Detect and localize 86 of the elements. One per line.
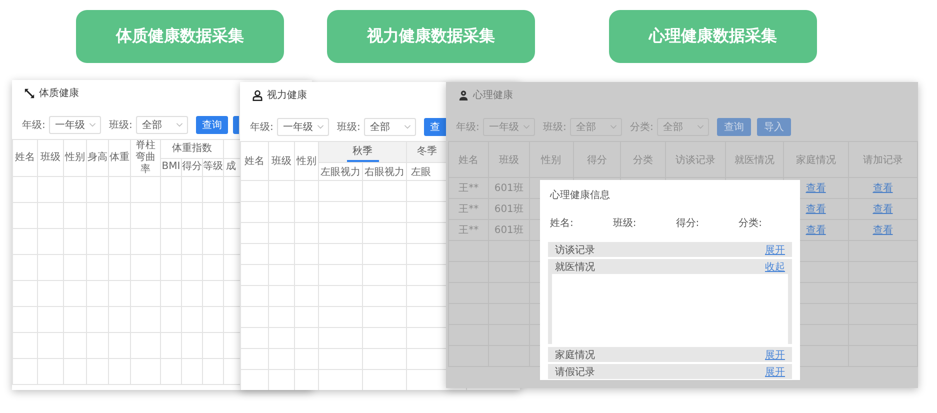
window-title: 视力健康 xyxy=(267,88,307,102)
column-header: 得分 xyxy=(182,161,202,172)
column-header: 姓名 xyxy=(244,156,264,167)
filter-label: 班级: xyxy=(337,120,361,134)
table-cell: 601班 xyxy=(494,204,524,215)
section-title: 就医情况 xyxy=(555,260,595,274)
feature-button[interactable]: 心理健康数据采集 xyxy=(609,10,817,63)
table-cell: 王** xyxy=(458,204,479,215)
caret-icon xyxy=(523,125,530,129)
view-link[interactable]: 查看 xyxy=(872,225,893,236)
table-cell: 王** xyxy=(458,183,479,194)
toolbar-button[interactable]: 导入 xyxy=(757,118,791,136)
column-header: 等级 xyxy=(203,161,223,172)
column-header: 班级 xyxy=(40,152,60,163)
toolbar-button[interactable]: 查询 xyxy=(717,118,751,136)
column-header: 体重指数 xyxy=(172,142,212,154)
view-link[interactable]: 查看 xyxy=(806,225,826,236)
column-header: 性别 xyxy=(65,152,85,163)
toggle-link[interactable]: 收起 xyxy=(765,260,785,274)
select-field[interactable]: 全部 xyxy=(364,118,416,136)
view-link[interactable]: 查看 xyxy=(872,183,893,194)
column-header: BMI xyxy=(162,161,180,172)
section-title: 家庭情况 xyxy=(555,348,595,362)
column-header: 班级 xyxy=(498,154,519,166)
filter-label: 年级: xyxy=(250,121,274,134)
view-link[interactable]: 查看 xyxy=(806,204,826,215)
column-header: 左眼视力 xyxy=(320,166,360,178)
column-header: 就医情况 xyxy=(734,154,774,166)
toggle-link[interactable]: 展开 xyxy=(765,348,785,362)
field-label: 班级: xyxy=(612,216,636,230)
filter-label: 分类: xyxy=(630,120,654,134)
caret-icon xyxy=(404,125,411,129)
column-header: 姓名 xyxy=(15,152,35,163)
column-header: 姓名 xyxy=(458,154,479,166)
button[interactable] xyxy=(233,116,239,134)
view-link[interactable]: 查看 xyxy=(872,204,893,215)
column-header: 脊柱弯曲率 xyxy=(136,140,156,175)
select-field[interactable]: 全部 xyxy=(136,116,188,134)
window-title: 心理健康 xyxy=(473,88,513,102)
view-link[interactable]: 查看 xyxy=(806,183,826,194)
section-title: 请假记录 xyxy=(555,366,595,378)
feature-button[interactable]: 视力健康数据采集 xyxy=(327,10,535,63)
table-cell: 601班 xyxy=(494,183,524,194)
column-header: 右眼视力 xyxy=(364,166,404,178)
section-title: 访谈记录 xyxy=(555,244,595,256)
feature-button[interactable]: 体质健康数据采集 xyxy=(76,10,284,63)
window-title: 体质健康 xyxy=(39,86,79,100)
select-field[interactable]: 一年级 xyxy=(49,116,101,134)
filter-label: 班级: xyxy=(543,120,567,134)
select-field[interactable]: 全部 xyxy=(570,118,622,136)
query-button[interactable]: 查 xyxy=(424,118,446,136)
filter-label: 班级: xyxy=(109,118,133,132)
select-field[interactable]: 一年级 xyxy=(483,118,535,136)
column-header: 左眼 xyxy=(411,166,431,178)
person-icon xyxy=(458,90,469,100)
caret-icon xyxy=(317,125,324,129)
column-header: 体重 xyxy=(110,152,130,163)
column-header: 访谈记录 xyxy=(676,154,716,166)
caret-icon xyxy=(89,123,96,127)
dialog-title: 心理健康信息 xyxy=(550,188,611,202)
query-button[interactable]: 查询 xyxy=(196,116,228,134)
person-icon xyxy=(252,90,263,100)
column-header: 家庭情况 xyxy=(796,154,836,166)
toggle-link[interactable]: 展开 xyxy=(765,364,785,378)
column-header: 性别 xyxy=(296,156,316,167)
column-header: 身高 xyxy=(88,152,108,163)
field-label: 姓名: xyxy=(550,217,574,230)
table-cell: 601班 xyxy=(494,225,524,236)
field-label: 分类: xyxy=(738,216,762,230)
column-header: 得分 xyxy=(586,154,607,166)
select-field[interactable]: 一年级 xyxy=(277,118,329,136)
caret-icon xyxy=(176,123,183,127)
caret-icon xyxy=(697,125,704,129)
column-header: 成 xyxy=(226,161,236,172)
column-header: 班级 xyxy=(272,156,292,167)
column-header: 请加记录 xyxy=(862,154,903,166)
toggle-link[interactable]: 展开 xyxy=(765,242,785,256)
column-header: 性别 xyxy=(541,154,562,166)
caret-icon xyxy=(610,125,617,129)
filter-label: 年级: xyxy=(22,119,46,132)
column-header: 分类 xyxy=(633,154,654,166)
filter-label: 年级: xyxy=(456,121,480,134)
expand-icon xyxy=(24,88,35,98)
table-cell: 王** xyxy=(458,225,479,236)
field-label: 得分: xyxy=(676,217,700,230)
select-field[interactable]: 全部 xyxy=(657,118,709,136)
